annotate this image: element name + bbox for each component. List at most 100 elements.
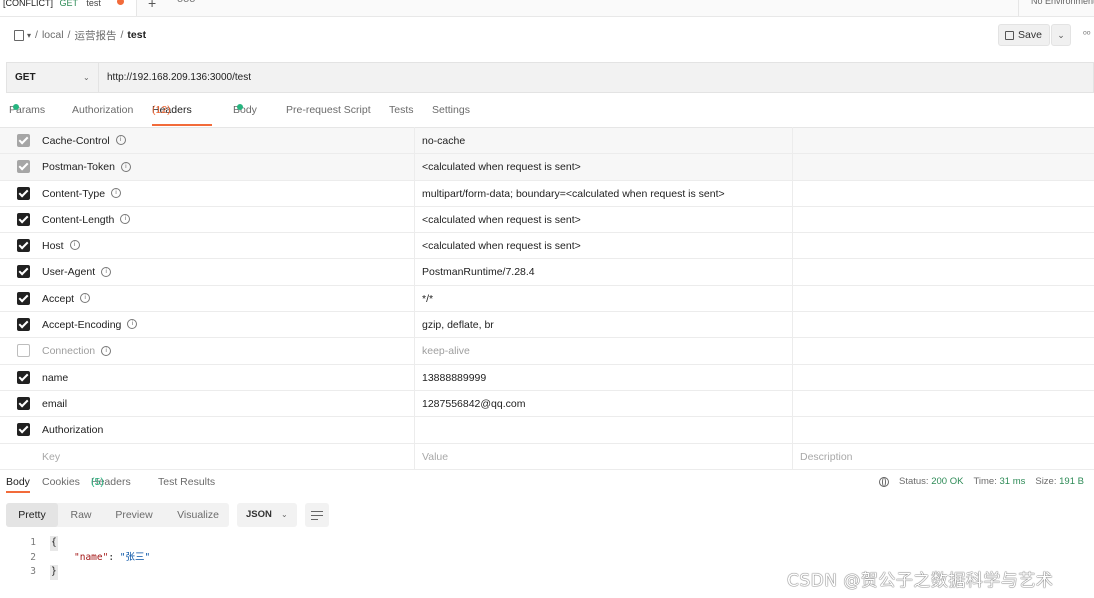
table-row: name 13888889999: [0, 364, 1094, 391]
header-checkbox[interactable]: [17, 423, 30, 437]
header-value[interactable]: <calculated when request is sent>: [422, 154, 581, 180]
header-value[interactable]: keep-alive: [422, 338, 470, 364]
new-header-row: Key Value Description: [0, 443, 1094, 470]
code-pair: "name": "张三": [74, 551, 150, 566]
header-checkbox[interactable]: [17, 160, 30, 174]
line-number: 3: [30, 566, 36, 577]
view-preview-button[interactable]: Preview: [109, 503, 159, 527]
table-row: Accept i */*: [0, 285, 1094, 313]
header-checkbox[interactable]: [17, 291, 30, 305]
chevron-down-icon: ⌄: [1057, 30, 1065, 40]
view-mode-bar: Pretty Raw Preview Visualize: [6, 503, 229, 527]
header-key[interactable]: name: [42, 365, 68, 391]
header-key[interactable]: email: [42, 391, 67, 417]
header-key[interactable]: Accept-Encoding i: [42, 312, 138, 338]
new-tab-plus-icon[interactable]: +: [148, 0, 156, 11]
line-number: 2: [30, 551, 36, 563]
tab-test-results[interactable]: Test Results: [158, 476, 215, 488]
code-key: "name": [74, 551, 109, 563]
header-value[interactable]: 1287556842@qq.com: [422, 391, 526, 417]
header-key[interactable]: Accept i: [42, 286, 91, 312]
header-key[interactable]: Content-Type i: [42, 181, 122, 207]
tab-settings[interactable]: Settings: [432, 104, 470, 116]
url-input[interactable]: http://192.168.209.136:3000/test: [107, 63, 251, 92]
watermark: CSDN @贺公子之数据科学与艺术: [787, 571, 1054, 591]
value-placeholder[interactable]: Value: [422, 444, 448, 470]
header-key[interactable]: Postman-Token i: [42, 154, 131, 180]
view-raw-button[interactable]: Raw: [61, 503, 101, 527]
breadcrumb-item-local[interactable]: local: [42, 29, 64, 41]
view-visualize-button[interactable]: Visualize: [171, 503, 225, 527]
save-dropdown-button[interactable]: ⌄: [1051, 24, 1071, 46]
code-brace: {: [50, 536, 58, 551]
more-tabs-icon[interactable]: ooo: [177, 0, 195, 5]
header-key-text: Content-Length: [42, 213, 115, 226]
info-icon[interactable]: i: [127, 319, 138, 330]
format-select[interactable]: JSON ⌄: [237, 503, 297, 527]
tab-response-cookies[interactable]: Cookies: [42, 476, 80, 488]
header-checkbox[interactable]: [17, 134, 30, 147]
header-checkbox[interactable]: [17, 396, 30, 410]
request-tab[interactable]: [CONFLICT] GET test: [0, 0, 137, 16]
header-checkbox[interactable]: [17, 239, 30, 253]
code-colon: :: [108, 551, 120, 563]
globe-icon[interactable]: [879, 476, 889, 487]
line-number: 1: [30, 537, 36, 548]
header-checkbox[interactable]: [17, 370, 30, 384]
header-value[interactable]: PostmanRuntime/7.28.4: [422, 259, 535, 285]
header-checkbox[interactable]: [17, 344, 30, 358]
description-placeholder[interactable]: Description: [800, 444, 853, 470]
header-key[interactable]: User-Agent i: [42, 259, 112, 285]
breadcrumb-item-report[interactable]: 运营报告: [74, 28, 116, 43]
header-value[interactable]: multipart/form-data; boundary=<calculate…: [422, 181, 725, 207]
tab-name-label: test: [86, 0, 101, 8]
header-key-text: Cache-Control: [42, 135, 110, 147]
more-actions-icon[interactable]: ₒₒ: [1083, 26, 1091, 37]
tab-prerequest[interactable]: Pre-request Script: [286, 104, 371, 116]
table-row: Content-Length i <calculated when request …: [0, 206, 1094, 234]
header-key[interactable]: Content-Length i: [42, 207, 131, 233]
header-value[interactable]: */*: [422, 286, 433, 312]
table-row: Connection i keep-alive: [0, 338, 1094, 365]
header-checkbox[interactable]: [17, 186, 30, 200]
view-pretty-button[interactable]: Pretty: [6, 503, 58, 527]
size-value: 191 B: [1059, 476, 1084, 487]
info-icon[interactable]: i: [120, 161, 131, 172]
chevron-down-icon: ⌄: [83, 73, 90, 82]
wrap-lines-button[interactable]: [305, 503, 329, 527]
request-doc-icon[interactable]: [14, 29, 24, 41]
info-icon[interactable]: i: [101, 266, 112, 277]
header-checkbox[interactable]: [17, 212, 30, 226]
header-value[interactable]: 13888889999: [422, 365, 486, 391]
info-icon[interactable]: i: [80, 293, 91, 303]
method-label: GET: [15, 72, 36, 83]
header-key-text: Postman-Token: [42, 161, 115, 174]
active-tab-underline: [152, 124, 212, 126]
header-key[interactable]: Authorization: [42, 417, 103, 443]
header-value[interactable]: <calculated when request is sent>: [422, 233, 581, 259]
environment-selector[interactable]: No Environment: [1018, 0, 1094, 16]
header-value[interactable]: gzip, deflate, br: [422, 312, 494, 338]
status-label: Status:: [899, 476, 929, 487]
tab-response-body[interactable]: Body: [6, 476, 30, 488]
tab-authorization[interactable]: Authorization: [72, 104, 133, 116]
header-checkbox[interactable]: [17, 318, 30, 332]
header-key[interactable]: Connection i: [42, 338, 112, 364]
header-key[interactable]: Host i: [42, 233, 80, 259]
top-tab-bar: [CONFLICT] GET test + ooo No Environment: [0, 0, 1094, 17]
header-value[interactable]: <calculated when request is sent>: [422, 207, 581, 233]
breadcrumb-current[interactable]: test: [127, 29, 146, 41]
info-icon[interactable]: i: [69, 240, 80, 251]
header-value[interactable]: no-cache: [422, 128, 465, 154]
key-placeholder[interactable]: Key: [42, 444, 60, 470]
info-icon[interactable]: i: [115, 135, 126, 146]
save-button[interactable]: Save: [998, 24, 1050, 46]
method-select[interactable]: GET ⌄: [7, 63, 99, 92]
chevron-down-icon[interactable]: ▾: [27, 31, 31, 40]
info-icon[interactable]: i: [120, 214, 131, 225]
header-checkbox[interactable]: [17, 265, 30, 279]
tab-tests[interactable]: Tests: [389, 104, 414, 116]
info-icon[interactable]: i: [111, 187, 122, 198]
header-key[interactable]: Cache-Control i: [42, 128, 126, 154]
info-icon[interactable]: i: [101, 345, 112, 356]
